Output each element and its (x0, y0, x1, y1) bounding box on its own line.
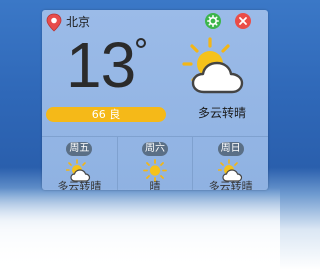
current-temperature: 13 (66, 29, 136, 101)
gear-icon (206, 14, 219, 27)
forecast-day-label: 周六 (142, 142, 168, 156)
forecast-day-3[interactable]: 周日 多云转晴 (193, 137, 268, 190)
close-icon (239, 17, 247, 25)
city-name[interactable]: 北京 (66, 15, 90, 29)
forecast-day-condition: 晴 (149, 180, 161, 191)
aqi-badge[interactable]: 66 良 (46, 107, 166, 122)
close-button[interactable] (235, 13, 251, 29)
weather-widget: 北京 13 66 良 多云转晴 周五 多云转晴 周六 晴 周日 多云转晴 (42, 10, 268, 190)
forecast-day-label: 周五 (66, 142, 93, 156)
forecast-row: 周五 多云转晴 周六 晴 周日 多云转晴 (42, 136, 268, 190)
settings-button[interactable] (205, 13, 221, 29)
current-condition: 多云转晴 (197, 106, 246, 120)
map-pin-icon[interactable] (45, 13, 63, 32)
forecast-day-condition: 多云转晴 (57, 180, 102, 191)
widget-reflection (0, 188, 280, 270)
forecast-day-condition: 多云转晴 (208, 180, 253, 191)
forecast-day-label: 周日 (217, 142, 244, 156)
forecast-day-2[interactable]: 周六 晴 (118, 137, 194, 190)
forecast-day-1[interactable]: 周五 多云转晴 (42, 137, 118, 190)
partly-cloudy-icon (182, 37, 244, 94)
degree-symbol (136, 38, 146, 48)
